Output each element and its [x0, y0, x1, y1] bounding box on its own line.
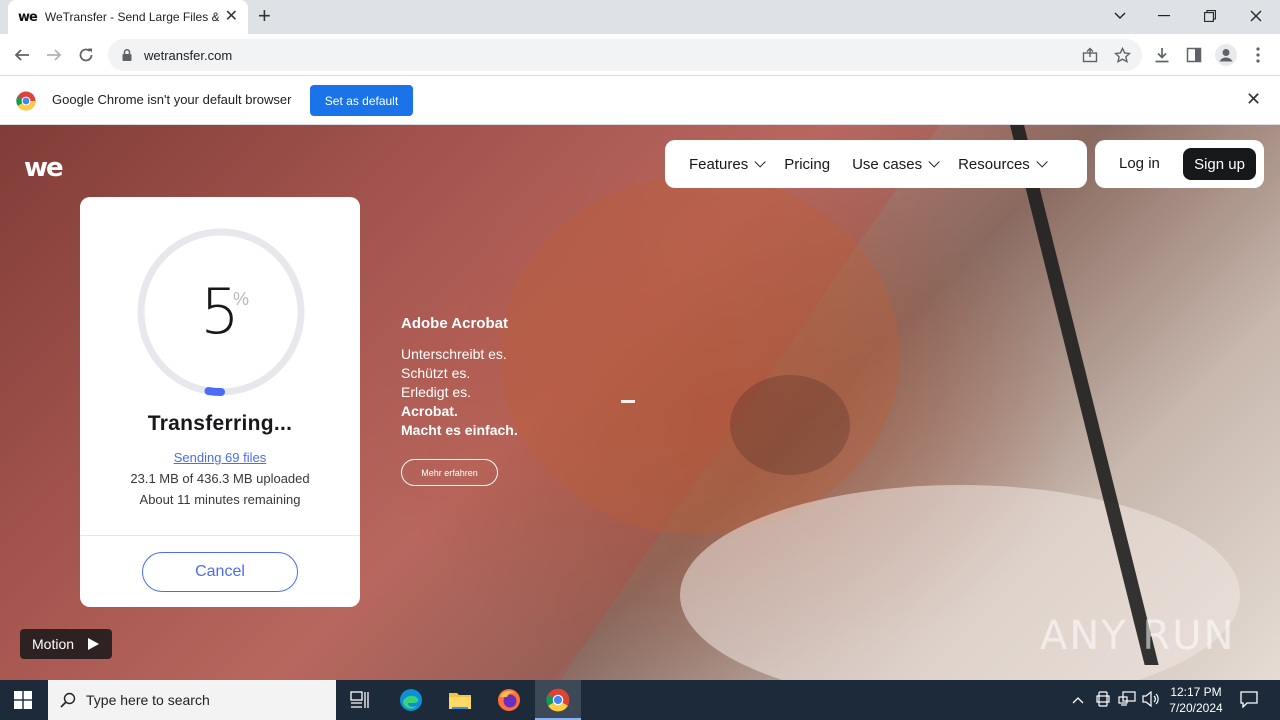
ad-copy: Unterschreibt es. Schützt es. Erledigt e…	[401, 345, 518, 440]
uploaded-amount: 23.1 MB of 436.3 MB uploaded	[130, 471, 310, 486]
nav-use-cases-label: Use cases	[852, 155, 923, 173]
play-icon	[88, 638, 100, 650]
search-icon	[60, 692, 76, 708]
nav-use-cases[interactable]: Use cases	[852, 155, 940, 173]
reload-icon[interactable]	[74, 43, 98, 67]
url-text: wetransfer.com	[144, 47, 233, 63]
cancel-button[interactable]: Cancel	[142, 552, 298, 592]
anyrun-watermark: ANY RUN	[1040, 613, 1236, 659]
ad-learn-more-button[interactable]: Mehr erfahren	[401, 459, 498, 486]
chrome-logo-icon	[16, 91, 36, 111]
ad-line: Erledigt es.	[401, 384, 472, 400]
tray-device-icon[interactable]	[1096, 691, 1110, 710]
clock-date: 7/20/2024	[1169, 701, 1223, 715]
ad-slide-indicator	[621, 400, 635, 403]
address-bar[interactable]: wetransfer.com	[108, 39, 1142, 71]
nav-pricing[interactable]: Pricing	[784, 156, 830, 173]
forward-icon[interactable]	[42, 43, 66, 67]
progress-percent: 5 %	[80, 275, 360, 348]
firefox-icon[interactable]	[495, 686, 523, 714]
taskbar-search-box[interactable]: Type here to search	[48, 680, 336, 720]
network-icon[interactable]	[1118, 691, 1136, 710]
task-view-icon[interactable]	[346, 686, 374, 714]
taskbar-clock[interactable]: 12:17 PM 7/20/2024	[1160, 684, 1232, 716]
file-explorer-icon[interactable]	[446, 686, 474, 714]
percent-symbol: %	[233, 289, 250, 309]
nav-resources-label: Resources	[958, 155, 1030, 173]
minimize-icon[interactable]	[1152, 4, 1176, 28]
sending-files-link[interactable]: Sending 69 files	[80, 450, 360, 465]
edge-icon[interactable]	[397, 686, 425, 714]
nav-features[interactable]: Features	[689, 155, 766, 173]
default-browser-infobar: Google Chrome isn't your default browser…	[0, 76, 1280, 125]
notification-icon[interactable]	[1240, 690, 1258, 711]
new-tab-button[interactable]: +	[258, 5, 271, 27]
browser-toolbar: wetransfer.com	[0, 34, 1280, 76]
chevron-down-icon	[754, 156, 766, 168]
signup-button[interactable]: Sign up	[1183, 148, 1256, 180]
browser-tab-strip: we WeTransfer - Send Large Files & ✕ +	[0, 0, 1280, 34]
tray-chevron-up-icon[interactable]	[1072, 692, 1084, 707]
nav-resources[interactable]: Resources	[958, 155, 1048, 173]
restore-icon[interactable]	[1198, 4, 1222, 28]
tab-search-icon[interactable]	[1108, 4, 1132, 28]
lock-icon[interactable]	[120, 48, 134, 62]
chevron-down-icon	[1036, 156, 1048, 168]
share-icon[interactable]	[1078, 43, 1102, 67]
profile-avatar-icon[interactable]	[1214, 43, 1238, 67]
page-content: we Features Pricing Use cases Resources …	[0, 125, 1280, 680]
tab-title: WeTransfer - Send Large Files &	[44, 10, 219, 24]
wetransfer-favicon-icon: we	[18, 9, 38, 25]
ad-bold-line: Macht es einfach.	[401, 422, 518, 438]
set-as-default-button[interactable]: Set as default	[310, 85, 413, 116]
chrome-taskbar-button[interactable]	[535, 680, 581, 720]
download-icon[interactable]	[1150, 43, 1174, 67]
ad-bold-line: Acrobat.	[401, 403, 458, 419]
windows-start-icon[interactable]	[14, 691, 32, 709]
ad-line: Schützt es.	[401, 365, 471, 381]
transfer-status: Transferring...	[147, 412, 293, 435]
ad-brand[interactable]: Adobe Acrobat	[401, 315, 508, 332]
infobar-message: Google Chrome isn't your default browser	[52, 92, 292, 107]
nav-pricing-label: Pricing	[784, 155, 831, 173]
bookmark-star-icon[interactable]	[1110, 43, 1134, 67]
nav-features-label: Features	[689, 155, 749, 173]
transfer-panel: 5 % Transferring... Sending 69 files 23.…	[80, 197, 360, 607]
chrome-icon	[546, 688, 570, 712]
time-remaining: About 11 minutes remaining	[139, 492, 301, 507]
close-tab-icon[interactable]: ✕	[225, 9, 238, 25]
clock-time: 12:17 PM	[1170, 685, 1222, 699]
back-icon[interactable]	[10, 43, 34, 67]
side-panel-icon[interactable]	[1182, 43, 1206, 67]
motion-toggle[interactable]: Motion	[20, 629, 112, 659]
ad-line: Unterschreibt es.	[401, 346, 507, 362]
auth-box: Log in Sign up	[1095, 140, 1264, 188]
close-window-icon[interactable]	[1244, 4, 1268, 28]
progress-percent-value: 5	[200, 275, 240, 348]
menu-kebab-icon[interactable]	[1246, 43, 1270, 67]
login-link[interactable]: Log in	[1119, 155, 1160, 172]
panel-divider	[80, 535, 360, 536]
chevron-down-icon	[928, 156, 940, 168]
taskbar-search-placeholder: Type here to search	[86, 692, 210, 708]
motion-label: Motion	[32, 636, 75, 652]
wetransfer-logo[interactable]: we	[24, 153, 64, 183]
volume-icon[interactable]	[1142, 690, 1160, 710]
close-infobar-icon[interactable]: ✕	[1246, 89, 1261, 110]
main-nav: Features Pricing Use cases Resources	[665, 140, 1087, 188]
browser-tab[interactable]: we WeTransfer - Send Large Files & ✕	[8, 0, 248, 34]
windows-taskbar: Type here to search 12:17 PM 7/20/2024	[0, 680, 1280, 720]
